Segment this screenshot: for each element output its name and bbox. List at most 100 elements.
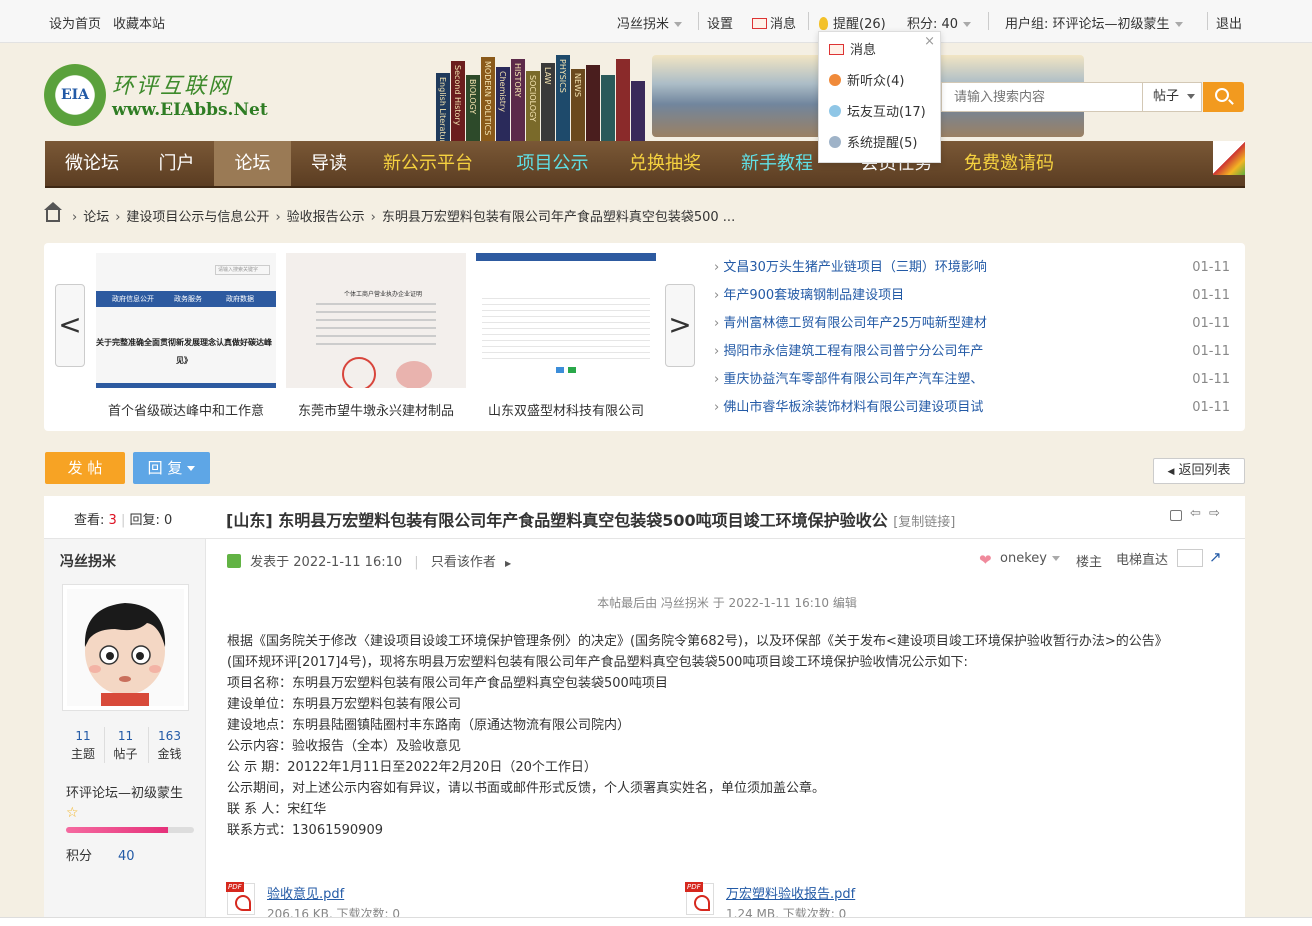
book-spine: PHYSICS bbox=[556, 55, 570, 145]
slide-thumbnail[interactable] bbox=[476, 253, 656, 388]
next-thread-icon[interactable]: ⇨ bbox=[1209, 506, 1220, 521]
only-author-link[interactable]: 只看该作者 bbox=[431, 555, 496, 570]
divider: | bbox=[414, 555, 419, 570]
author-name[interactable]: 冯丝拐米 bbox=[60, 551, 116, 571]
news-title[interactable]: 文昌30万头生猪产业链项目（三期）环境影响 bbox=[714, 257, 987, 279]
breadcrumb-thread[interactable]: 东明县万宏塑料包装有限公司年产食品塑料真空包装袋500 ... bbox=[382, 210, 735, 225]
author-group[interactable]: 环评论坛—初级蒙生 bbox=[66, 782, 183, 801]
stat-posts[interactable]: 11 帖子 bbox=[104, 727, 146, 763]
back-label: 返回列表 bbox=[1178, 463, 1231, 478]
onekey-label: onekey bbox=[1000, 551, 1047, 566]
list-item: 文昌30万头生猪产业链项目（三期）环境影响 01-11 bbox=[712, 257, 1232, 285]
close-icon[interactable]: × bbox=[924, 34, 935, 49]
search-type-select[interactable]: 帖子 bbox=[1142, 82, 1202, 112]
nav-weiluntan[interactable]: 微论坛 bbox=[45, 141, 139, 186]
user-menu[interactable]: 冯丝拐米 bbox=[617, 13, 683, 32]
slide-caption[interactable]: 山东双盛型材科技有限公司 bbox=[476, 400, 656, 419]
attachment-link[interactable]: 万宏塑料验收报告.pdf bbox=[726, 883, 855, 902]
avatar[interactable] bbox=[62, 584, 189, 711]
new-post-button[interactable]: 发 帖 bbox=[45, 452, 125, 484]
settings-link[interactable]: 设置 bbox=[707, 13, 733, 32]
logout-link[interactable]: 退出 bbox=[1216, 13, 1242, 32]
reply-button[interactable]: 回 复 bbox=[133, 452, 210, 484]
user-group-label: 用户组: 环评论坛—初级蒙生 bbox=[1005, 17, 1170, 32]
post-meta: 发表于 2022-1-11 16:10 | 只看该作者 ▶ ❤ onekey 楼… bbox=[227, 548, 1227, 571]
go-icon[interactable]: ↗ bbox=[1209, 548, 1222, 566]
home-icon[interactable] bbox=[44, 202, 62, 222]
slider-prev-button[interactable]: < bbox=[55, 284, 85, 367]
user-group-menu[interactable]: 用户组: 环评论坛—初级蒙生 bbox=[1005, 13, 1183, 32]
chevron-down-icon bbox=[1051, 556, 1060, 561]
news-title[interactable]: 揭阳市永信建筑工程有限公司普宁分公司年产 bbox=[714, 341, 983, 363]
search-bar: 帖子 bbox=[941, 82, 1244, 112]
replies-label: 回复: bbox=[129, 513, 160, 528]
copy-link[interactable]: [复制链接] bbox=[893, 515, 955, 530]
slide-caption[interactable]: 东莞市望牛墩永兴建材制品 bbox=[286, 400, 466, 419]
thumb-pager bbox=[556, 367, 564, 373]
reminder-link[interactable]: 提醒(26) bbox=[819, 13, 886, 32]
list-item: 重庆协益汽车零部件有限公司年产汽车注塑、 01-11 bbox=[712, 369, 1232, 397]
book-spine bbox=[616, 59, 630, 145]
content-line: 建设地点：东明县陆圈镇陆圈村丰东路南（原通达物流有限公司院内） bbox=[227, 718, 631, 733]
news-date: 01-11 bbox=[1192, 400, 1230, 415]
notify-system[interactable]: 系统提醒(5) bbox=[829, 132, 917, 151]
chevron-down-icon bbox=[963, 22, 972, 27]
book-spine: SOCIOLOGY bbox=[526, 71, 540, 145]
breadcrumb-board[interactable]: 验收报告公示 bbox=[287, 210, 365, 225]
stat-topics[interactable]: 11 主题 bbox=[62, 727, 104, 763]
messages-link[interactable]: 消息 bbox=[752, 13, 796, 32]
search-input[interactable] bbox=[941, 82, 1143, 112]
views-label: 查看: bbox=[74, 513, 105, 528]
thumb-tab: 政府信息公开 bbox=[112, 295, 154, 303]
onekey-menu[interactable]: onekey bbox=[1000, 551, 1060, 566]
divider bbox=[988, 12, 989, 30]
book-spine: MODERN POLITICS bbox=[481, 57, 495, 145]
page-curl-decoration bbox=[1213, 141, 1245, 175]
thread-title: [山东] 东明县万宏塑料包装有限公司年产食品塑料真空包装袋500吨项目竣工环境保… bbox=[226, 507, 955, 531]
slider-next-button[interactable]: > bbox=[665, 284, 695, 367]
stat-money[interactable]: 163 金钱 bbox=[148, 727, 190, 763]
mail-icon bbox=[829, 44, 844, 55]
search-button[interactable] bbox=[1203, 82, 1244, 112]
chevron-down-icon bbox=[187, 466, 196, 471]
news-title[interactable]: 重庆协益汽车零部件有限公司年产汽车注塑、 bbox=[714, 369, 983, 391]
breadcrumb-category[interactable]: 建设项目公示与信息公开 bbox=[126, 210, 269, 225]
search-type-label: 帖子 bbox=[1153, 89, 1180, 104]
news-date: 01-11 bbox=[1192, 260, 1230, 275]
points-menu[interactable]: 积分: 40 bbox=[907, 13, 972, 32]
nav-exchange[interactable]: 兑换抽奖 bbox=[616, 141, 714, 186]
thumb-title: 关于完整准确全面贯彻新发展理念认真做好碳达峰 bbox=[96, 338, 272, 347]
back-to-list-button[interactable]: ◀ 返回列表 bbox=[1153, 458, 1245, 484]
book-spine: HISTORY bbox=[511, 59, 525, 145]
news-title[interactable]: 青州富林德工贸有限公司年产25万吨新型建材 bbox=[714, 313, 987, 335]
breadcrumb-forum[interactable]: 论坛 bbox=[83, 210, 109, 225]
attachment-link[interactable]: 验收意见.pdf bbox=[267, 883, 344, 902]
slide-thumbnail[interactable]: 请输入搜索关键字 政府信息公开 政务服务 政府数据 关于完整准确全面贯彻新发展理… bbox=[96, 253, 276, 388]
prev-thread-icon[interactable]: ⇦ bbox=[1190, 506, 1201, 521]
set-home-link[interactable]: 设为首页 bbox=[49, 13, 101, 32]
floor-jump-input[interactable] bbox=[1177, 549, 1203, 567]
book-spine bbox=[601, 75, 615, 145]
nav-guide[interactable]: 导读 bbox=[291, 141, 367, 186]
news-title[interactable]: 年产900套玻璃钢制品建设项目 bbox=[714, 285, 904, 307]
recycle-icon bbox=[829, 105, 841, 117]
site-logo[interactable]: EIA 环评互联网 www.EIAbbs.Net bbox=[44, 60, 268, 128]
nav-project-notice[interactable]: 项目公示 bbox=[489, 141, 616, 186]
nav-invite-code[interactable]: 免费邀请码 bbox=[953, 141, 1065, 186]
notify-new-followers[interactable]: 新听众(4) bbox=[829, 70, 904, 89]
notify-interactions[interactable]: 坛友互动(17) bbox=[829, 101, 926, 120]
views-count: 3 bbox=[108, 513, 117, 528]
news-title[interactable]: 佛山市睿华板涂装饰材料有限公司建设项目试 bbox=[714, 397, 983, 419]
heart-icon: ❤ bbox=[979, 551, 992, 569]
stat-value: 163 bbox=[158, 729, 181, 743]
slide-thumbnail[interactable]: 个体工商户营业执办企业证明 bbox=[286, 253, 466, 388]
print-icon[interactable] bbox=[1170, 510, 1182, 521]
nav-new-platform[interactable]: 新公示平台 bbox=[367, 141, 489, 186]
nav-portal[interactable]: 门户 bbox=[139, 141, 214, 186]
divider bbox=[698, 12, 699, 30]
slide-caption[interactable]: 首个省级碳达峰中和工作意 bbox=[96, 400, 276, 419]
bookmark-link[interactable]: 收藏本站 bbox=[113, 13, 165, 32]
nav-forum[interactable]: 论坛 bbox=[214, 141, 291, 186]
book-spine bbox=[586, 65, 600, 145]
notify-messages[interactable]: 消息 bbox=[829, 39, 876, 58]
